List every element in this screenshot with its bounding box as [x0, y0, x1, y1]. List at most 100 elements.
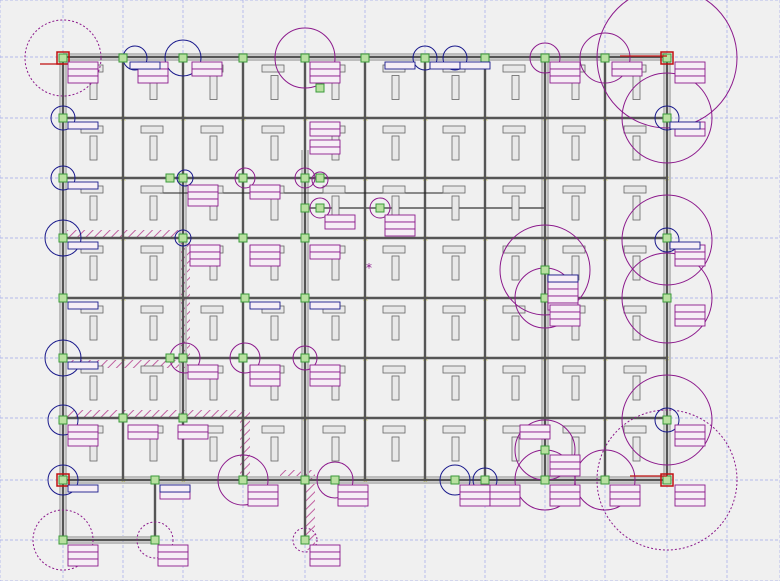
column-node-icon[interactable] — [240, 293, 250, 303]
column-node-icon[interactable] — [58, 173, 68, 183]
slab-panel — [140, 185, 164, 194]
column-node-icon[interactable] — [300, 173, 310, 183]
column-node-icon[interactable] — [58, 293, 68, 303]
column-label-tag — [384, 61, 416, 70]
column-node-icon[interactable] — [540, 475, 550, 485]
column-node-icon[interactable] — [58, 113, 68, 123]
slab-panel — [200, 305, 224, 314]
column-node-icon[interactable] — [118, 413, 128, 423]
column-node-icon[interactable] — [315, 203, 325, 213]
column-node-icon[interactable] — [165, 353, 175, 363]
slab-panel — [502, 185, 526, 194]
column-node-icon[interactable] — [450, 475, 460, 485]
column-label-tag — [249, 251, 281, 260]
column-node-icon[interactable] — [58, 53, 68, 63]
column-node-icon[interactable] — [58, 233, 68, 243]
column-node-icon[interactable] — [300, 293, 310, 303]
column-node-icon[interactable] — [360, 53, 370, 63]
column-node-icon[interactable] — [662, 415, 672, 425]
slab-panel — [391, 436, 400, 462]
slab-panel — [451, 375, 460, 401]
column-node-icon[interactable] — [178, 233, 188, 243]
slab-panel — [89, 195, 98, 221]
column-node-icon[interactable] — [58, 535, 68, 545]
column-node-icon[interactable] — [58, 353, 68, 363]
slab-panel — [562, 245, 586, 254]
column-node-icon[interactable] — [58, 475, 68, 485]
column-node-icon[interactable] — [178, 53, 188, 63]
column-node-icon[interactable] — [540, 53, 550, 63]
column-node-icon[interactable] — [150, 475, 160, 485]
slab-panel — [451, 195, 460, 221]
column-label-tag — [187, 364, 219, 373]
slab-panel — [209, 375, 218, 401]
slab-panel — [270, 195, 279, 221]
column-node-icon[interactable] — [300, 53, 310, 63]
column-node-icon[interactable] — [238, 233, 248, 243]
slab-panel — [511, 135, 520, 161]
column-label-tag — [549, 311, 581, 320]
column-label-tag — [547, 281, 579, 290]
column-label-tag — [609, 498, 641, 507]
column-node-icon[interactable] — [662, 475, 672, 485]
column-node-icon[interactable] — [238, 475, 248, 485]
column-node-icon[interactable] — [540, 265, 550, 275]
column-label-tag — [611, 61, 643, 70]
column-node-icon[interactable] — [300, 353, 310, 363]
column-label-tag — [67, 301, 99, 310]
slab-panel — [89, 375, 98, 401]
column-label-tag — [489, 491, 521, 500]
column-node-icon[interactable] — [58, 415, 68, 425]
column-node-icon[interactable] — [330, 475, 340, 485]
slab-panel — [140, 245, 164, 254]
column-label-tag — [669, 241, 701, 250]
column-node-icon[interactable] — [375, 203, 385, 213]
column-node-icon[interactable] — [238, 173, 248, 183]
column-label-tag — [249, 244, 281, 253]
column-label-tag — [384, 221, 416, 230]
column-node-icon[interactable] — [662, 113, 672, 123]
column-node-icon[interactable] — [662, 293, 672, 303]
column-label-tag — [549, 491, 581, 500]
column-node-icon[interactable] — [238, 353, 248, 363]
column-node-icon[interactable] — [540, 445, 550, 455]
column-node-icon[interactable] — [300, 475, 310, 485]
column-node-icon[interactable] — [480, 53, 490, 63]
slab-panel — [391, 75, 400, 100]
column-node-icon[interactable] — [600, 475, 610, 485]
slab-panel — [502, 125, 526, 134]
column-node-icon[interactable] — [315, 173, 325, 183]
column-node-icon[interactable] — [600, 53, 610, 63]
column-node-icon[interactable] — [165, 173, 175, 183]
column-node-icon[interactable] — [178, 413, 188, 423]
slab-panel — [140, 305, 164, 314]
column-label-tag — [519, 424, 551, 433]
column-node-icon[interactable] — [480, 475, 490, 485]
slab-panel — [451, 75, 460, 100]
column-node-icon[interactable] — [300, 535, 310, 545]
column-node-icon[interactable] — [150, 535, 160, 545]
column-label-tag — [249, 364, 281, 373]
column-node-icon[interactable] — [178, 173, 188, 183]
slab-panel — [270, 436, 279, 462]
structural-plan-drawing[interactable]: ××××××××××××××××××××××××××××××××××××××××… — [0, 0, 780, 581]
column-node-icon[interactable] — [662, 233, 672, 243]
column-label-tag — [549, 304, 581, 313]
column-node-icon[interactable] — [238, 53, 248, 63]
column-node-icon[interactable] — [315, 83, 325, 93]
column-node-icon[interactable] — [178, 353, 188, 363]
column-node-icon[interactable] — [300, 203, 310, 213]
column-node-icon[interactable] — [118, 53, 128, 63]
slab-panel — [623, 365, 647, 374]
column-node-icon[interactable] — [300, 233, 310, 243]
structural-plan-canvas[interactable]: ××××××××××××××××××××××××××××××××××××××××… — [0, 0, 780, 581]
column-label-tag — [309, 244, 341, 253]
slab-panel — [322, 185, 346, 194]
slab-panel — [209, 135, 218, 161]
slab-panel — [451, 255, 460, 281]
column-node-icon[interactable] — [420, 53, 430, 63]
column-label-tag — [67, 361, 99, 370]
column-node-icon[interactable] — [662, 53, 672, 63]
column-label-tag — [67, 424, 99, 433]
column-label-tag — [67, 181, 99, 190]
